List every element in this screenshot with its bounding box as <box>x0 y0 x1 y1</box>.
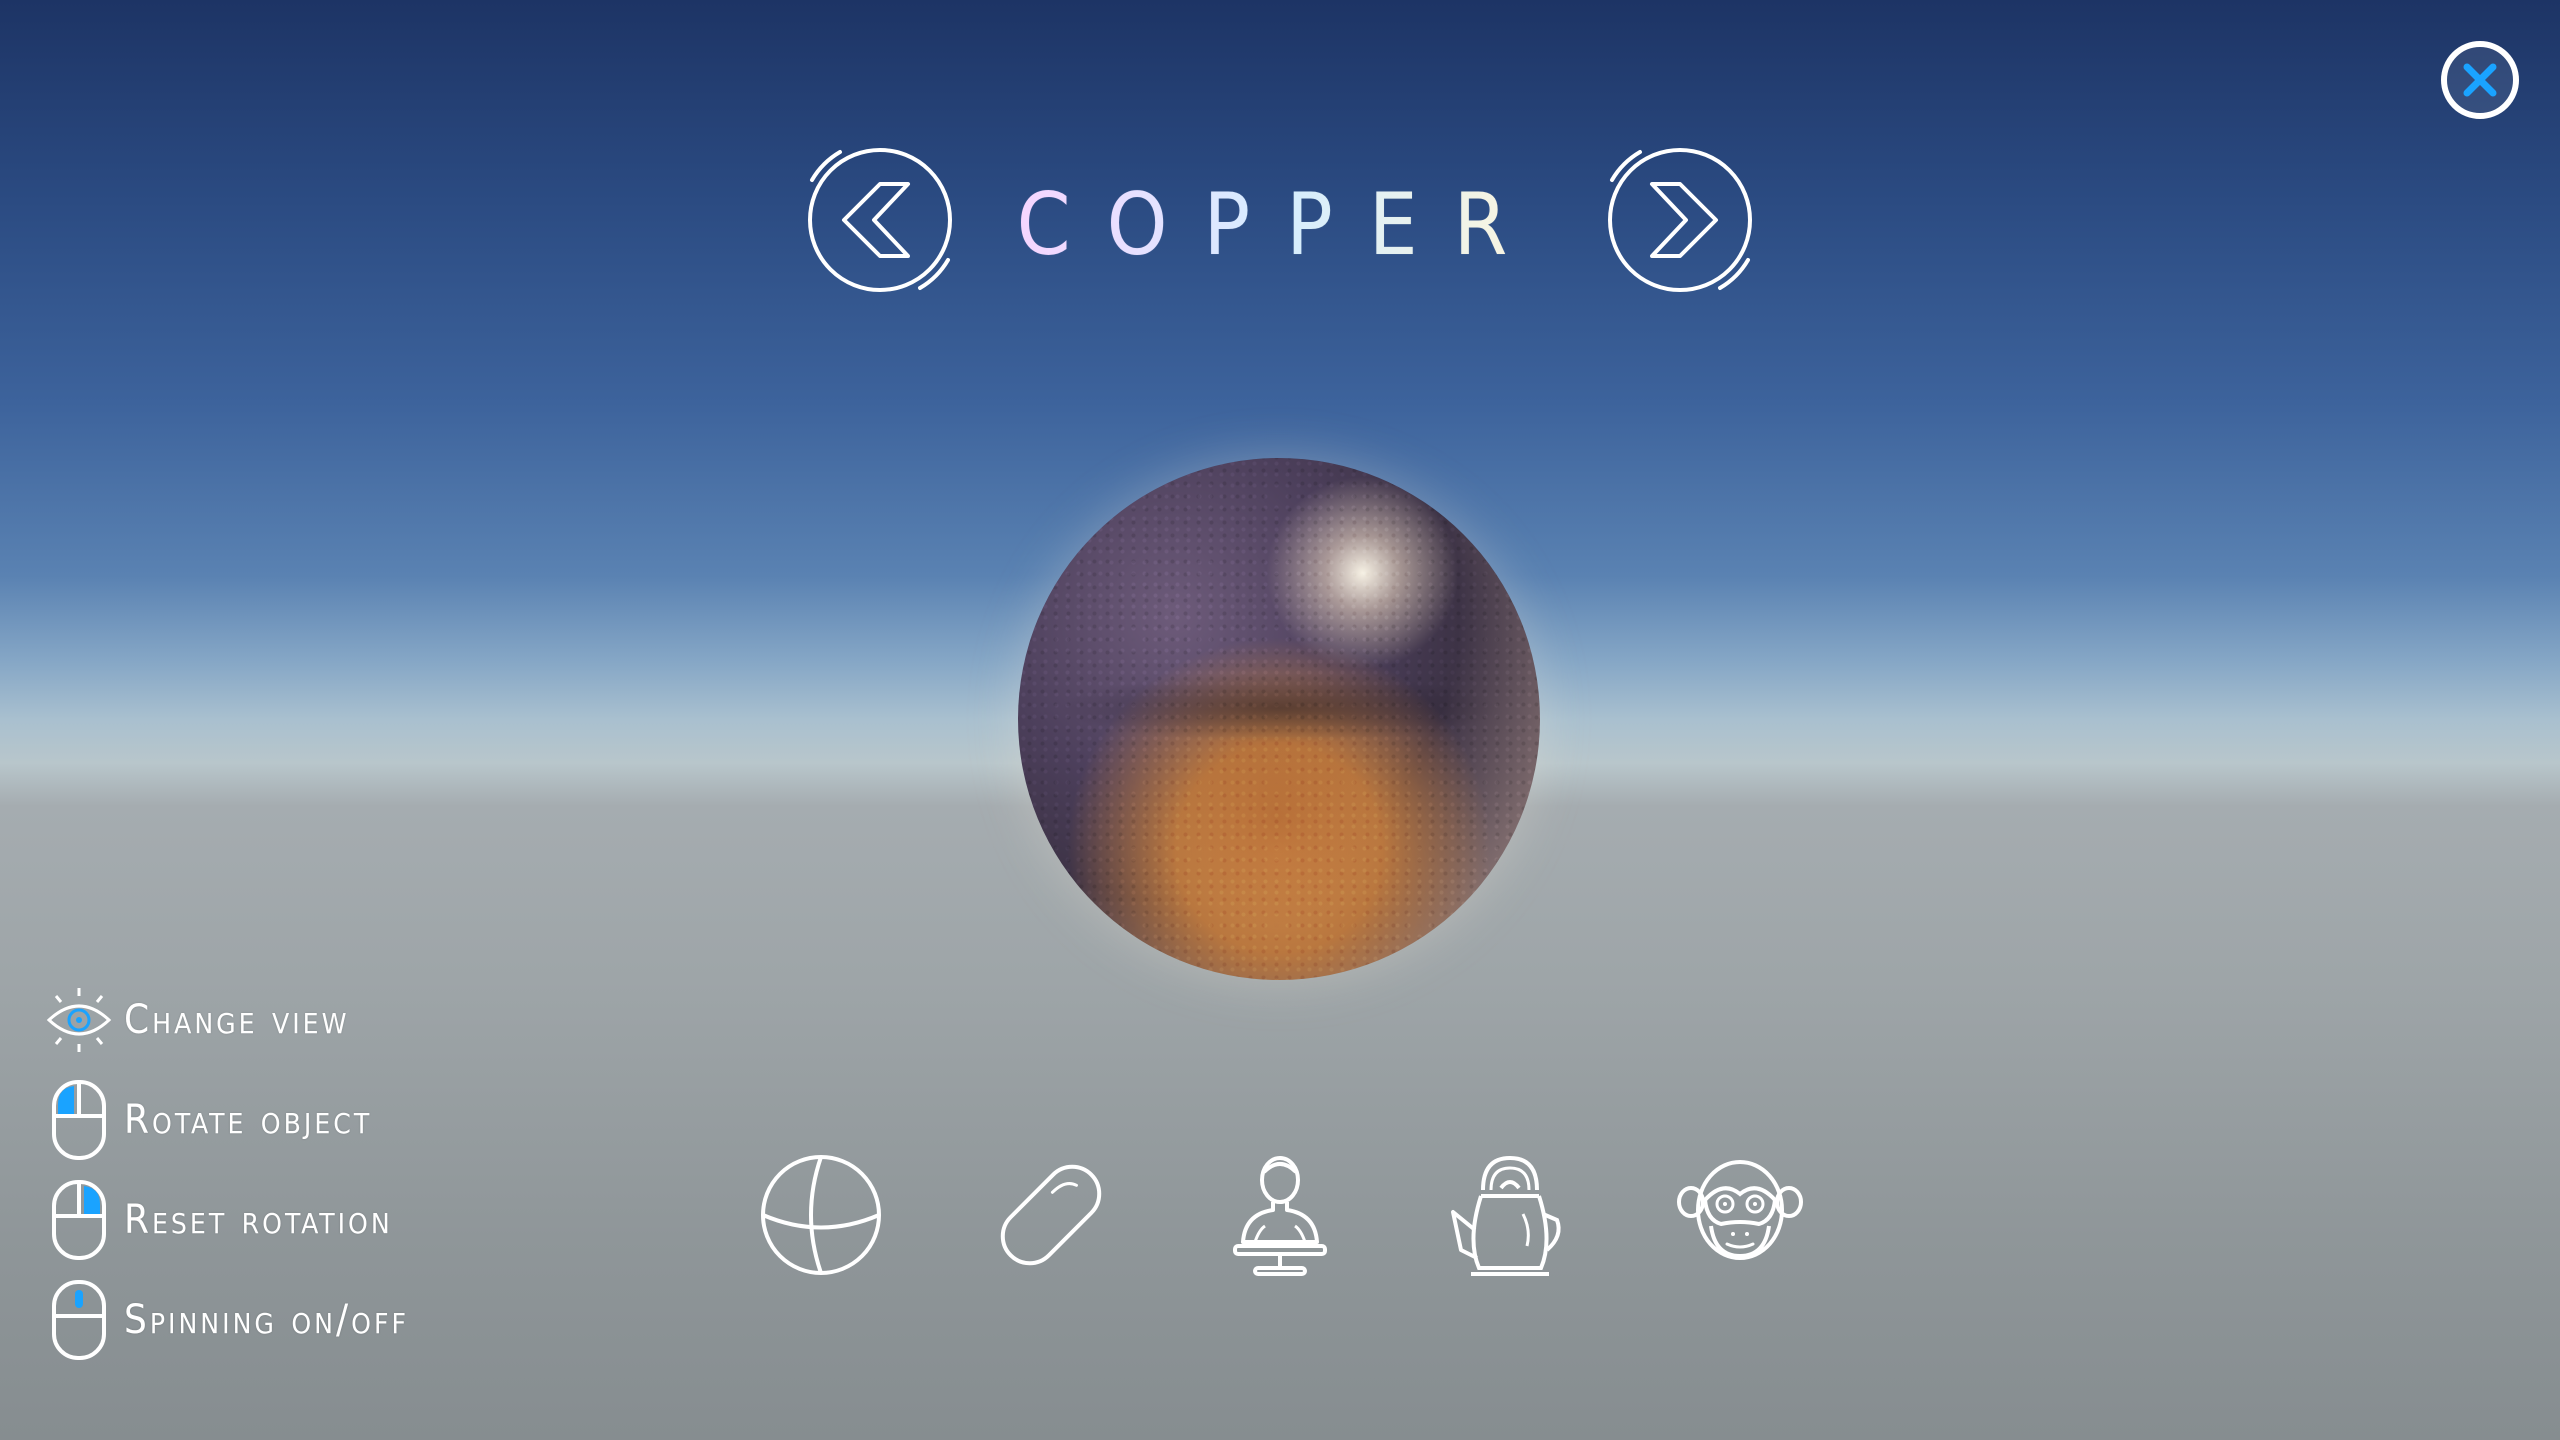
control-label: Rotate object <box>124 1097 373 1143</box>
close-button[interactable] <box>2440 40 2520 120</box>
close-icon <box>2441 41 2519 119</box>
mouse-right-click-icon <box>44 1180 114 1260</box>
teapot-icon <box>1451 1155 1561 1276</box>
chevron-right-circle-icon <box>1608 148 1752 292</box>
model-bust-button[interactable] <box>1215 1150 1345 1280</box>
control-reset-rotation: Reset rotation <box>44 1180 564 1260</box>
model-monkey-button[interactable] <box>1675 1150 1805 1280</box>
material-title: COPPER <box>1000 170 1560 280</box>
bust-icon <box>1233 1156 1327 1276</box>
chevron-left-circle-icon <box>808 148 952 292</box>
control-rotate-object: Rotate object <box>44 1080 564 1160</box>
sphere-icon <box>761 1155 881 1275</box>
monkey-icon <box>1677 1160 1803 1260</box>
model-teapot-button[interactable] <box>1445 1150 1575 1280</box>
mouse-middle-click-icon <box>44 1280 114 1360</box>
previous-material-button[interactable] <box>800 140 960 300</box>
eye-icon <box>44 980 114 1060</box>
control-label: Change view <box>124 997 350 1043</box>
material-preview-object[interactable] <box>1018 458 1540 980</box>
control-change-view: Change view <box>44 980 564 1060</box>
sphere-texture <box>1018 458 1540 980</box>
material-viewer: COPPER Change view Rotate object Reset r… <box>0 0 2560 1440</box>
control-spinning-toggle: Spinning on/off <box>44 1280 564 1360</box>
next-material-button[interactable] <box>1600 140 1760 300</box>
model-capsule-button[interactable] <box>986 1150 1116 1280</box>
control-label: Reset rotation <box>124 1197 393 1243</box>
model-sphere-button[interactable] <box>756 1150 886 1280</box>
mouse-left-click-icon <box>44 1080 114 1160</box>
control-label: Spinning on/off <box>124 1297 409 1343</box>
capsule-icon <box>1000 1164 1102 1266</box>
